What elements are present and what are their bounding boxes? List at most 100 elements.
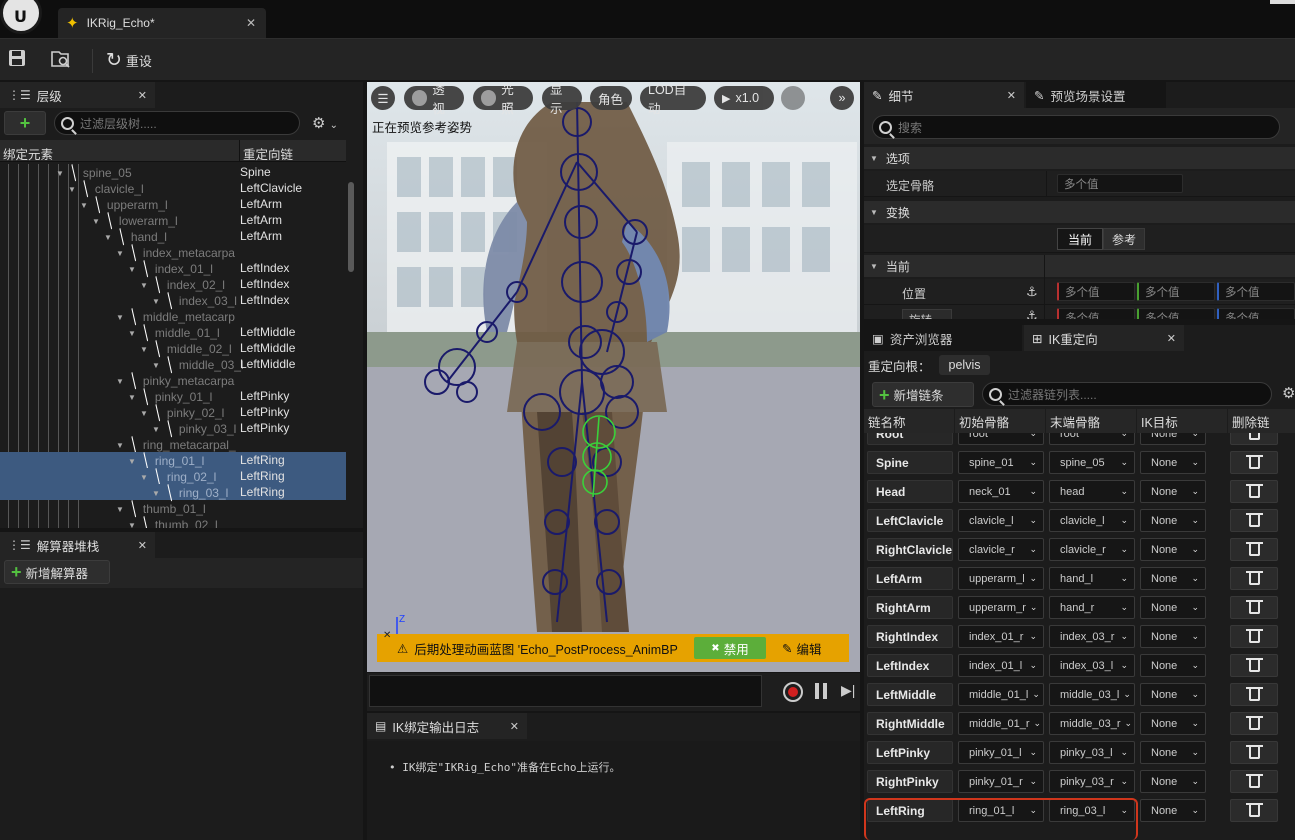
viewport[interactable]: Z ☰ 透视 光照 显示 角色 LOD自动 ▶ x1.0 » 正在预览参考姿势 ✕…	[367, 82, 860, 672]
delete-chain-button[interactable]	[1230, 712, 1278, 735]
lod-button[interactable]: LOD自动	[640, 83, 706, 116]
chain-name-field[interactable]: RightIndex	[867, 625, 953, 648]
settings-gear-icon[interactable]: ⚙ ⌄	[312, 114, 338, 132]
end-bone-dropdown[interactable]: pinky_03_r ⌄	[1049, 770, 1135, 793]
play-forward-button[interactable]: ▶|	[841, 682, 857, 700]
tree-row[interactable]: ▼ ╱ spine_05 Spine	[0, 164, 346, 181]
tree-row[interactable]: ▼ ╱ ring_01_l LeftRing	[0, 452, 346, 469]
tree-row[interactable]: ▼ ╱ lowerarm_l LeftArm	[0, 212, 346, 229]
tab-solver-stack[interactable]: ⋮☰ 解算器堆栈 ✕	[0, 532, 155, 558]
ik-goal-dropdown[interactable]: None ⌄	[1140, 480, 1206, 503]
ik-goal-dropdown[interactable]: None ⌄	[1140, 538, 1206, 561]
reset-button[interactable]: ↻ 重设	[106, 47, 152, 73]
selected-bone-value[interactable]: 多个值	[1057, 174, 1183, 193]
tree-row[interactable]: ▼ ╱ hand_l LeftArm	[0, 228, 346, 245]
end-bone-dropdown[interactable]: hand_l ⌄	[1049, 567, 1135, 590]
close-icon[interactable]: ✕	[1167, 332, 1176, 345]
col-start-bone[interactable]: 初始骨骼	[955, 409, 1045, 433]
end-bone-dropdown[interactable]: middle_03_l ⌄	[1049, 683, 1135, 706]
end-bone-dropdown[interactable]: middle_03_r ⌄	[1049, 712, 1135, 735]
col-chain-name[interactable]: 链名称	[864, 409, 954, 433]
tree-row[interactable]: ▼ ╱ middle_03_l LeftMiddle	[0, 356, 346, 373]
tree-row[interactable]: ▼ ╱ thumb_01_l	[0, 500, 346, 517]
col-chain-header[interactable]: 重定向链	[243, 144, 293, 163]
retarget-root-value[interactable]: pelvis	[938, 355, 991, 375]
end-bone-dropdown[interactable]: root ⌄	[1049, 433, 1135, 445]
start-bone-dropdown[interactable]: upperarm_r ⌄	[958, 596, 1044, 619]
end-bone-dropdown[interactable]: hand_r ⌄	[1049, 596, 1135, 619]
chain-name-field[interactable]: Root	[867, 433, 953, 445]
tree-row[interactable]: ▼ ╱ thumb_02_l	[0, 516, 346, 528]
chain-name-field[interactable]: LeftPinky	[867, 741, 953, 764]
expand-arrow-icon[interactable]: ▼	[128, 329, 136, 338]
rotation-z-field[interactable]: 多个值	[1217, 308, 1295, 319]
end-bone-dropdown[interactable]: index_03_r ⌄	[1049, 625, 1135, 648]
expand-arrow-icon[interactable]: ▼	[116, 249, 124, 258]
reference-toggle-button[interactable]: 参考	[1103, 228, 1145, 250]
chain-name-field[interactable]: LeftClavicle	[867, 509, 953, 532]
delete-chain-button[interactable]	[1230, 596, 1278, 619]
perspective-button[interactable]: 透视	[404, 83, 464, 116]
start-bone-dropdown[interactable]: middle_01_l ⌄	[958, 683, 1044, 706]
start-bone-dropdown[interactable]: index_01_l ⌄	[958, 654, 1044, 677]
end-bone-dropdown[interactable]: spine_05 ⌄	[1049, 451, 1135, 474]
close-icon[interactable]: ✕	[138, 539, 147, 552]
tab-details[interactable]: ✎ 细节 ✕	[864, 82, 1024, 108]
show-button[interactable]: 显示	[542, 83, 582, 116]
tree-row[interactable]: ▼ ╱ middle_metacarp	[0, 308, 346, 325]
close-icon[interactable]: ✕	[138, 89, 147, 102]
end-bone-dropdown[interactable]: clavicle_r ⌄	[1049, 538, 1135, 561]
ik-goal-dropdown[interactable]: None ⌄	[1140, 770, 1206, 793]
delete-chain-button[interactable]	[1230, 567, 1278, 590]
start-bone-dropdown[interactable]: upperarm_l ⌄	[958, 567, 1044, 590]
tree-row[interactable]: ▼ ╱ index_01_l LeftIndex	[0, 260, 346, 277]
settings-gear-icon[interactable]: ⚙	[1282, 384, 1295, 402]
browse-asset-icon[interactable]	[50, 49, 72, 71]
rotation-dropdown[interactable]: 旋转 ⌄	[902, 309, 952, 319]
chain-name-field[interactable]: LeftArm	[867, 567, 953, 590]
tree-row[interactable]: ▼ ╱ middle_02_l LeftMiddle	[0, 340, 346, 357]
tree-row[interactable]: ▼ ╱ ring_02_l LeftRing	[0, 468, 346, 485]
tree-row[interactable]: ▼ ╱ pinky_metacarpa	[0, 372, 346, 389]
col-end-bone[interactable]: 末端骨骼	[1046, 409, 1136, 433]
ik-goal-dropdown[interactable]: None ⌄	[1140, 683, 1206, 706]
tab-output-log[interactable]: ▤ IK绑定输出日志 ✕	[367, 713, 527, 739]
chain-name-field[interactable]: RightArm	[867, 596, 953, 619]
viewport-menu-button[interactable]: ☰	[371, 86, 395, 110]
ik-goal-dropdown[interactable]: None ⌄	[1140, 712, 1206, 735]
add-solver-button[interactable]: + 新增解算器	[4, 560, 110, 584]
delete-chain-button[interactable]	[1230, 741, 1278, 764]
tree-row[interactable]: ▼ ╱ middle_01_l LeftMiddle	[0, 324, 346, 341]
rotation-lock-icon[interactable]: ⚓	[1026, 308, 1038, 319]
expand-arrow-icon[interactable]: ▼	[140, 409, 148, 418]
expand-arrow-icon[interactable]: ▼	[92, 217, 100, 226]
current-toggle-button[interactable]: 当前	[1057, 228, 1103, 250]
expand-arrow-icon[interactable]: ▼	[152, 361, 160, 370]
ik-goal-dropdown[interactable]: None ⌄	[1140, 625, 1206, 648]
expand-arrow-icon[interactable]: ▼	[128, 393, 136, 402]
details-search-input[interactable]: 搜索	[872, 115, 1280, 139]
close-icon[interactable]: ✕	[246, 16, 256, 30]
expand-arrow-icon[interactable]: ▼	[68, 185, 76, 194]
chain-name-field[interactable]: RightPinky	[867, 770, 953, 793]
tab-preview-scene[interactable]: ✎ 预览场景设置	[1026, 82, 1166, 108]
expand-arrow-icon[interactable]: ▼	[116, 313, 124, 322]
rotation-y-field[interactable]: 多个值	[1137, 308, 1215, 319]
more-viewport-button[interactable]	[781, 86, 805, 110]
expand-arrow-icon[interactable]: ▼	[128, 457, 136, 466]
chain-name-field[interactable]: Head	[867, 480, 953, 503]
chain-name-field[interactable]: Spine	[867, 451, 953, 474]
expand-arrow-icon[interactable]: ▼	[140, 281, 148, 290]
expand-arrow-icon[interactable]: ▼	[152, 425, 160, 434]
expand-arrow-icon[interactable]: ▼	[140, 473, 148, 482]
save-icon[interactable]	[6, 49, 28, 71]
edit-button[interactable]: ✎ 编辑	[782, 637, 822, 659]
tree-row[interactable]: ▼ ╱ upperarm_l LeftArm	[0, 196, 346, 213]
col-bone-header[interactable]: 绑定元素	[3, 144, 53, 163]
tree-row[interactable]: ▼ ╱ index_02_l LeftIndex	[0, 276, 346, 293]
tab-hierarchy[interactable]: ⋮☰ 层级 ✕	[0, 82, 155, 108]
tab-ik-retarget[interactable]: ⊞ IK重定向 ✕	[1024, 325, 1184, 351]
delete-chain-button[interactable]	[1230, 799, 1278, 822]
end-bone-dropdown[interactable]: clavicle_l ⌄	[1049, 509, 1135, 532]
chain-name-field[interactable]: LeftIndex	[867, 654, 953, 677]
